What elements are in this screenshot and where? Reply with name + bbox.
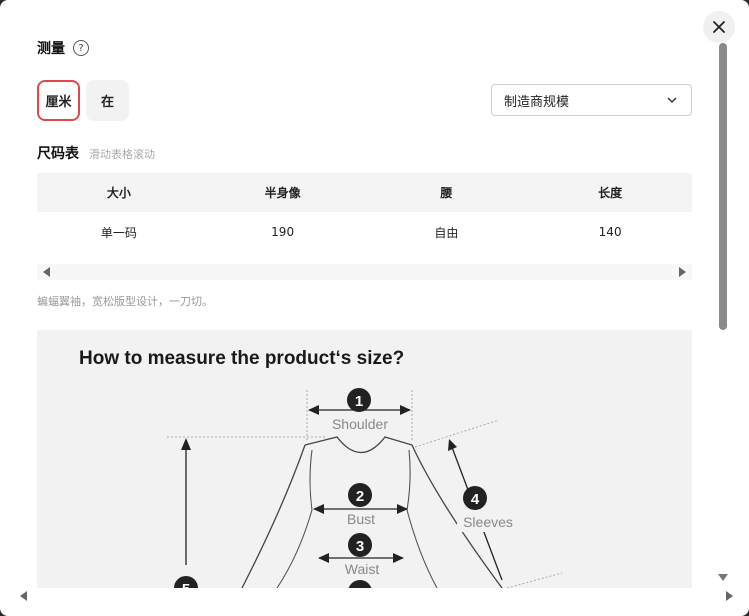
size-chart-heading: 尺码表 — [37, 146, 79, 162]
sleeves-label: Sleeves — [463, 514, 513, 530]
scroll-right-icon[interactable] — [726, 591, 733, 601]
product-note: 蝙蝠翼袖，宽松版型设计，一刀切。 — [37, 295, 213, 308]
measurement-guide-image: How to measure the product‘s size? 1 Sho… — [37, 330, 692, 588]
table-horizontal-scrollbar[interactable] — [37, 264, 692, 280]
vertical-scrollbar[interactable] — [717, 40, 729, 585]
measurement-diagram: How to measure the product‘s size? 1 Sho… — [79, 348, 563, 588]
bust-label: Bust — [347, 511, 375, 527]
column-header: 大小 — [106, 186, 131, 200]
svg-text:1: 1 — [355, 393, 363, 410]
scroll-left-icon[interactable] — [20, 591, 27, 601]
size-standard-value: 制造商规模 — [504, 94, 570, 110]
size-guide-modal: 测量 ? 厘米 在 制造商规模 尺码表 滑动表格滚动 大小 半身像 腰 长度 单… — [0, 0, 749, 616]
column-header: 腰 — [440, 186, 453, 200]
table-row: 单一码 190 自由 140 — [37, 212, 692, 252]
unit-cm-button[interactable]: 厘米 — [37, 80, 80, 121]
scrollbar-thumb[interactable] — [719, 43, 727, 330]
size-standard-select[interactable]: 制造商规模 — [491, 84, 692, 116]
scroll-left-icon[interactable] — [43, 267, 50, 277]
chevron-down-icon — [667, 97, 677, 103]
waist-label: Waist — [345, 561, 380, 577]
column-header: 长度 — [598, 186, 623, 200]
svg-text:5: 5 — [182, 581, 190, 588]
shoulder-label: Shoulder — [332, 416, 388, 432]
close-button[interactable] — [703, 11, 735, 43]
page-title: 测量 — [37, 41, 65, 57]
scroll-right-icon[interactable] — [679, 267, 686, 277]
scroll-hint: 滑动表格滚动 — [89, 148, 155, 161]
close-icon — [713, 21, 725, 33]
measure-header: 测量 ? — [37, 38, 89, 58]
scroll-down-icon[interactable] — [718, 574, 728, 581]
size-chart-title: 尺码表 滑动表格滚动 — [37, 143, 155, 163]
table-cell: 140 — [598, 225, 622, 239]
bottom-horizontal-scrollbar[interactable] — [0, 588, 749, 604]
table-cell: 单一码 — [100, 225, 137, 240]
table-cell: 自由 — [434, 225, 459, 240]
column-header: 半身像 — [264, 186, 301, 200]
question-circle-icon[interactable]: ? — [73, 40, 89, 56]
table-cell: 190 — [271, 225, 295, 239]
guide-heading: How to measure the product‘s size? — [79, 348, 404, 369]
svg-text:3: 3 — [356, 538, 364, 555]
unit-in-button[interactable]: 在 — [86, 80, 129, 121]
size-table: 大小 半身像 腰 长度 单一码 190 自由 140 — [37, 173, 692, 252]
table-header-row: 大小 半身像 腰 长度 — [37, 173, 692, 212]
svg-text:2: 2 — [356, 488, 364, 505]
svg-text:4: 4 — [471, 491, 480, 508]
